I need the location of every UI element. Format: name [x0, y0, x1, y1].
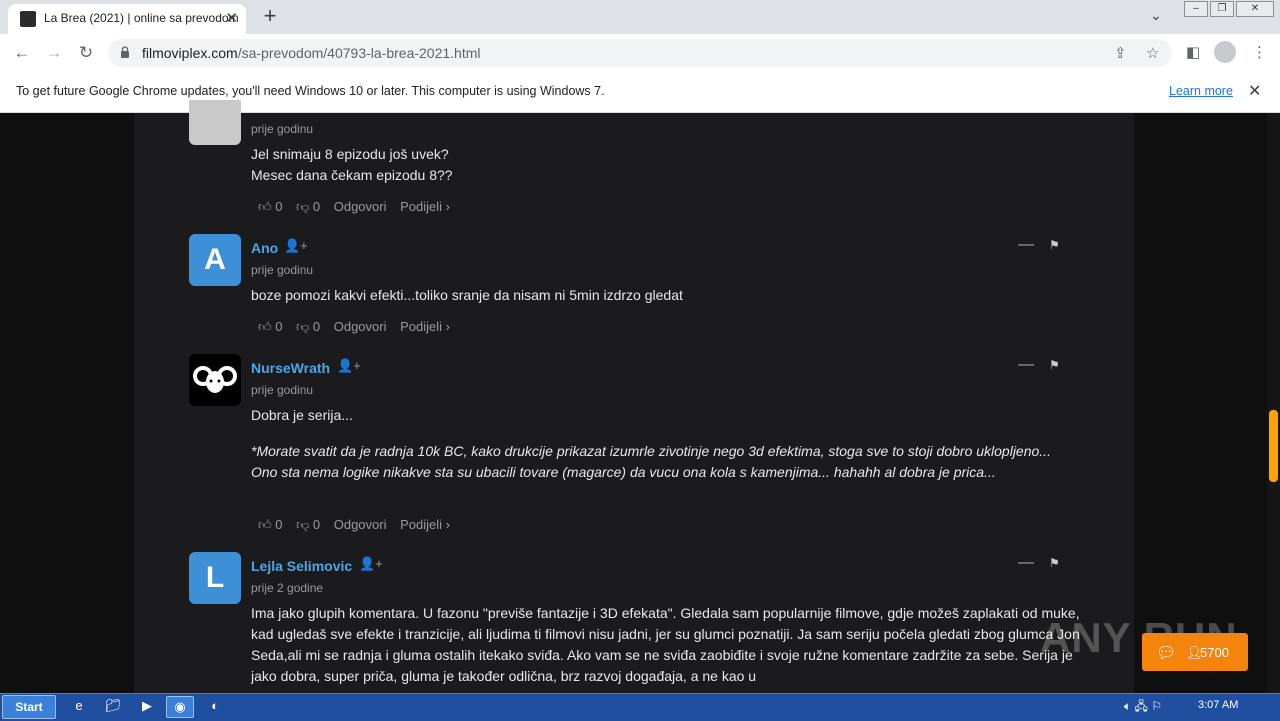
- follow-user-icon[interactable]: 👤+: [284, 238, 308, 254]
- flag-icon[interactable]: ⚑: [1049, 238, 1060, 252]
- comment-text: boze pomozi kakvi efekti...toliko sranje…: [251, 287, 683, 303]
- comment-actions: 👍︎ 0 👎︎ 0 Odgovori Podijeli ›: [258, 517, 460, 533]
- new-tab-button[interactable]: +: [258, 4, 282, 28]
- comment-author[interactable]: Ano: [251, 240, 278, 256]
- comment-line: Jel snimaju 8 epizodu još uvek?: [251, 146, 449, 162]
- comment-text: Ima jako glupih komentara. U fazonu "pre…: [251, 605, 1080, 684]
- tab-close-icon[interactable]: ✕: [225, 9, 238, 27]
- comment-text-italic: *Morate svatit da je radnja 10k BC, kako…: [251, 441, 1081, 483]
- comment-timestamp: prije godinu: [251, 383, 314, 397]
- bookmark-star-icon[interactable]: ☆: [1146, 44, 1159, 62]
- share-button[interactable]: Podijeli ›: [400, 517, 450, 532]
- comments-chat-widget[interactable]: 💬︎ 👤︎ 5700: [1142, 633, 1248, 671]
- address-bar[interactable]: filmoviplex.com/sa-prevodom/40793-la-bre…: [108, 39, 1172, 67]
- dislike-button[interactable]: 👎︎ 0: [296, 199, 320, 214]
- browser-tab[interactable]: La Brea (2021) | online sa prevodom ✕: [8, 4, 246, 34]
- share-icon[interactable]: ⇪: [1114, 44, 1127, 62]
- comment-line: Mesec dana čekam epizodu 8??: [251, 167, 453, 183]
- forward-button[interactable]: →: [42, 41, 66, 65]
- taskbar-clock[interactable]: 3:07 AM: [1198, 699, 1238, 711]
- user-avatar[interactable]: A: [189, 234, 241, 286]
- reply-button[interactable]: Odgovori: [334, 199, 387, 214]
- ram-head-icon: [193, 366, 237, 393]
- like-button[interactable]: 👍︎ 0: [258, 517, 282, 532]
- collapse-icon[interactable]: —: [1018, 554, 1034, 572]
- collapse-icon[interactable]: —: [1018, 236, 1034, 254]
- back-button[interactable]: ←: [10, 41, 34, 65]
- side-panel-icon[interactable]: ◧: [1186, 43, 1200, 61]
- flag-icon[interactable]: ⚑: [1049, 556, 1060, 570]
- learn-more-link[interactable]: Learn more: [1169, 84, 1233, 98]
- url-text[interactable]: filmoviplex.com/sa-prevodom/40793-la-bre…: [142, 45, 481, 61]
- dislike-button[interactable]: 👎︎ 0: [296, 319, 320, 334]
- url-path: /sa-prevodom/40793-la-brea-2021.html: [237, 45, 481, 61]
- chat-bubbles-icon: 💬︎: [1156, 645, 1177, 662]
- comment-text: Dobra je serija...: [251, 407, 353, 423]
- lock-icon: [121, 46, 129, 58]
- ram-avatar-icon[interactable]: [189, 354, 241, 406]
- like-button[interactable]: 👍︎ 0: [258, 319, 282, 334]
- network-icon[interactable]: 🖧: [1135, 699, 1148, 713]
- start-button[interactable]: Start: [2, 695, 56, 719]
- tab-search-chevron-icon[interactable]: ⌄: [1150, 7, 1162, 24]
- menu-kebab-icon[interactable]: ⋮: [1252, 43, 1267, 61]
- comment-author[interactable]: NurseWrath: [251, 360, 330, 376]
- comment-actions: 👍︎ 0 👎︎ 0 Odgovori Podijeli ›: [258, 199, 460, 215]
- infobar-close-icon[interactable]: ✕: [1248, 81, 1261, 101]
- online-count: 5700: [1200, 645, 1229, 660]
- tab-title: La Brea (2021) | online sa prevodom: [44, 11, 239, 25]
- volume-icon[interactable]: 🔈︎: [1124, 699, 1131, 713]
- profile-avatar[interactable]: [1214, 41, 1236, 63]
- action-center-flag-icon[interactable]: ⚐: [1151, 699, 1162, 713]
- reply-button[interactable]: Odgovori: [334, 319, 387, 334]
- ie-icon[interactable]: e: [66, 696, 92, 716]
- comment-timestamp: prije godinu: [251, 263, 314, 277]
- media-player-icon[interactable]: ▶: [134, 696, 160, 716]
- dislike-button[interactable]: 👎︎ 0: [296, 517, 320, 532]
- close-window-button[interactable]: ✕: [1236, 1, 1274, 17]
- default-avatar[interactable]: [189, 100, 241, 145]
- flag-icon[interactable]: ⚑: [1049, 358, 1060, 372]
- scrollbar-thumb[interactable]: [1269, 410, 1278, 482]
- user-avatar[interactable]: L: [189, 552, 241, 604]
- share-button[interactable]: Podijeli ›: [400, 199, 450, 214]
- collapse-icon[interactable]: —: [1018, 356, 1034, 374]
- share-button[interactable]: Podijeli ›: [400, 319, 450, 334]
- comment-timestamp: prije godinu: [251, 122, 314, 136]
- restore-button[interactable]: ❐: [1210, 1, 1234, 17]
- follow-user-icon[interactable]: 👤+: [359, 556, 383, 572]
- comment-italic-text: *Morate svatit da je radnja 10k BC, kako…: [251, 443, 1051, 480]
- comment-author[interactable]: Lejla Selimovic: [251, 558, 352, 574]
- site-favicon: [20, 11, 36, 27]
- url-domain: filmoviplex.com: [142, 45, 238, 61]
- reload-button[interactable]: ↻: [74, 41, 98, 65]
- minimize-button[interactable]: –: [1184, 1, 1208, 17]
- edge-icon[interactable]: ◐: [202, 696, 228, 716]
- system-tray: 🔈︎ 🖧 ⚐: [1124, 697, 1162, 718]
- reply-button[interactable]: Odgovori: [334, 517, 387, 532]
- comment-timestamp: prije 2 godine: [251, 581, 324, 595]
- comment-text: Jel snimaju 8 epizodu još uvek? Mesec da…: [251, 144, 453, 186]
- infobar-message: To get future Google Chrome updates, you…: [16, 84, 605, 98]
- comment-actions: 👍︎ 0 👎︎ 0 Odgovori Podijeli ›: [258, 319, 460, 335]
- follow-user-icon[interactable]: 👤+: [337, 358, 361, 374]
- page-scrollbar[interactable]: [1267, 113, 1280, 693]
- like-button[interactable]: 👍︎ 0: [258, 199, 282, 214]
- explorer-folder-icon[interactable]: 📁︎: [100, 696, 126, 716]
- chrome-taskbar-icon[interactable]: ◉: [166, 696, 194, 718]
